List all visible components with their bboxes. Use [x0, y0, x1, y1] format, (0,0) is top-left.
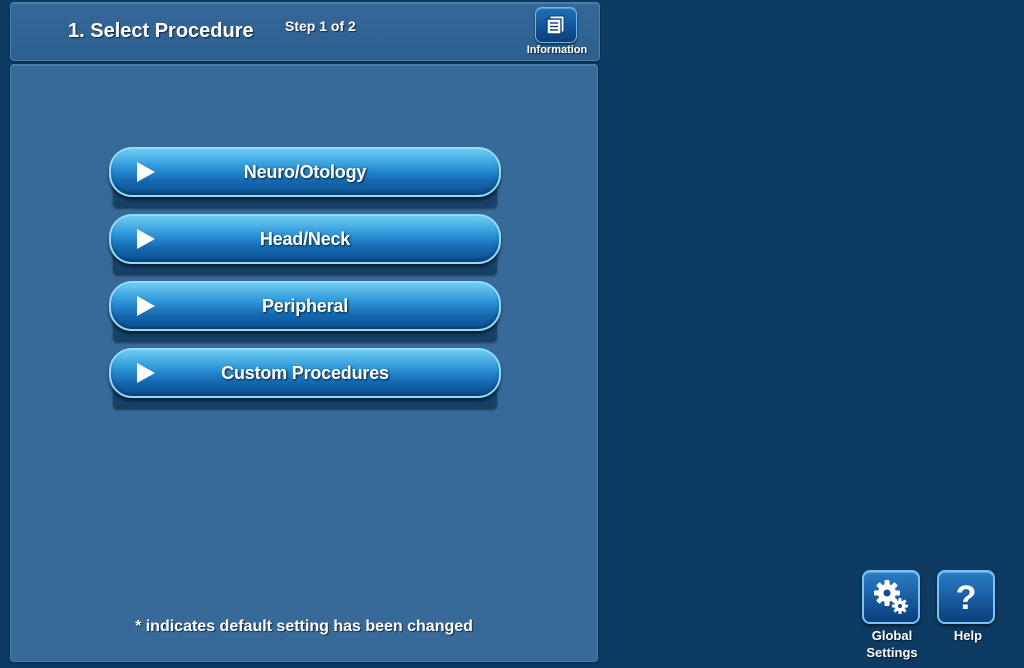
- procedure-label: Head/Neck: [259, 228, 351, 249]
- play-icon: [137, 162, 155, 182]
- gears-icon: [874, 580, 908, 614]
- play-icon: [137, 296, 155, 316]
- document-icon: [546, 15, 565, 35]
- head-neck-button[interactable]: Head/Neck: [109, 214, 501, 264]
- help-button[interactable]: ?: [937, 570, 995, 624]
- procedure-item-custom: Custom Procedures: [109, 348, 501, 408]
- global-settings-button[interactable]: [862, 570, 920, 624]
- default-changed-footnote: * indicates default setting has been cha…: [135, 618, 473, 635]
- peripheral-button[interactable]: Peripheral: [109, 281, 501, 331]
- procedure-item-neuro-otology: Neuro/Otology: [109, 147, 501, 207]
- main-panel: Neuro/Otology Head/Neck Peripheral Custo…: [10, 64, 598, 662]
- procedure-item-peripheral: Peripheral: [109, 281, 501, 341]
- page-title: 1. Select Procedure: [68, 20, 254, 42]
- neuro-otology-button[interactable]: Neuro/Otology: [109, 147, 501, 197]
- procedure-label: Peripheral: [261, 295, 349, 316]
- help-label: Help: [953, 628, 983, 643]
- procedure-label: Custom Procedures: [221, 362, 389, 383]
- svg-text:?: ?: [956, 579, 977, 615]
- custom-procedures-button[interactable]: Custom Procedures: [109, 348, 501, 398]
- global-settings-label: Global Settings: [866, 628, 918, 660]
- step-indicator: Step 1 of 2: [285, 18, 356, 34]
- header-panel: 1. Select Procedure Step 1 of 2 Informat…: [10, 2, 600, 61]
- information-button[interactable]: [535, 7, 577, 43]
- question-mark-icon: ?: [956, 579, 977, 615]
- procedure-label: Neuro/Otology: [243, 161, 367, 182]
- information-label: Information: [526, 44, 588, 56]
- procedure-list: Neuro/Otology Head/Neck Peripheral Custo…: [109, 147, 501, 415]
- play-icon: [137, 363, 155, 383]
- play-icon: [137, 229, 155, 249]
- procedure-item-head-neck: Head/Neck: [109, 214, 501, 274]
